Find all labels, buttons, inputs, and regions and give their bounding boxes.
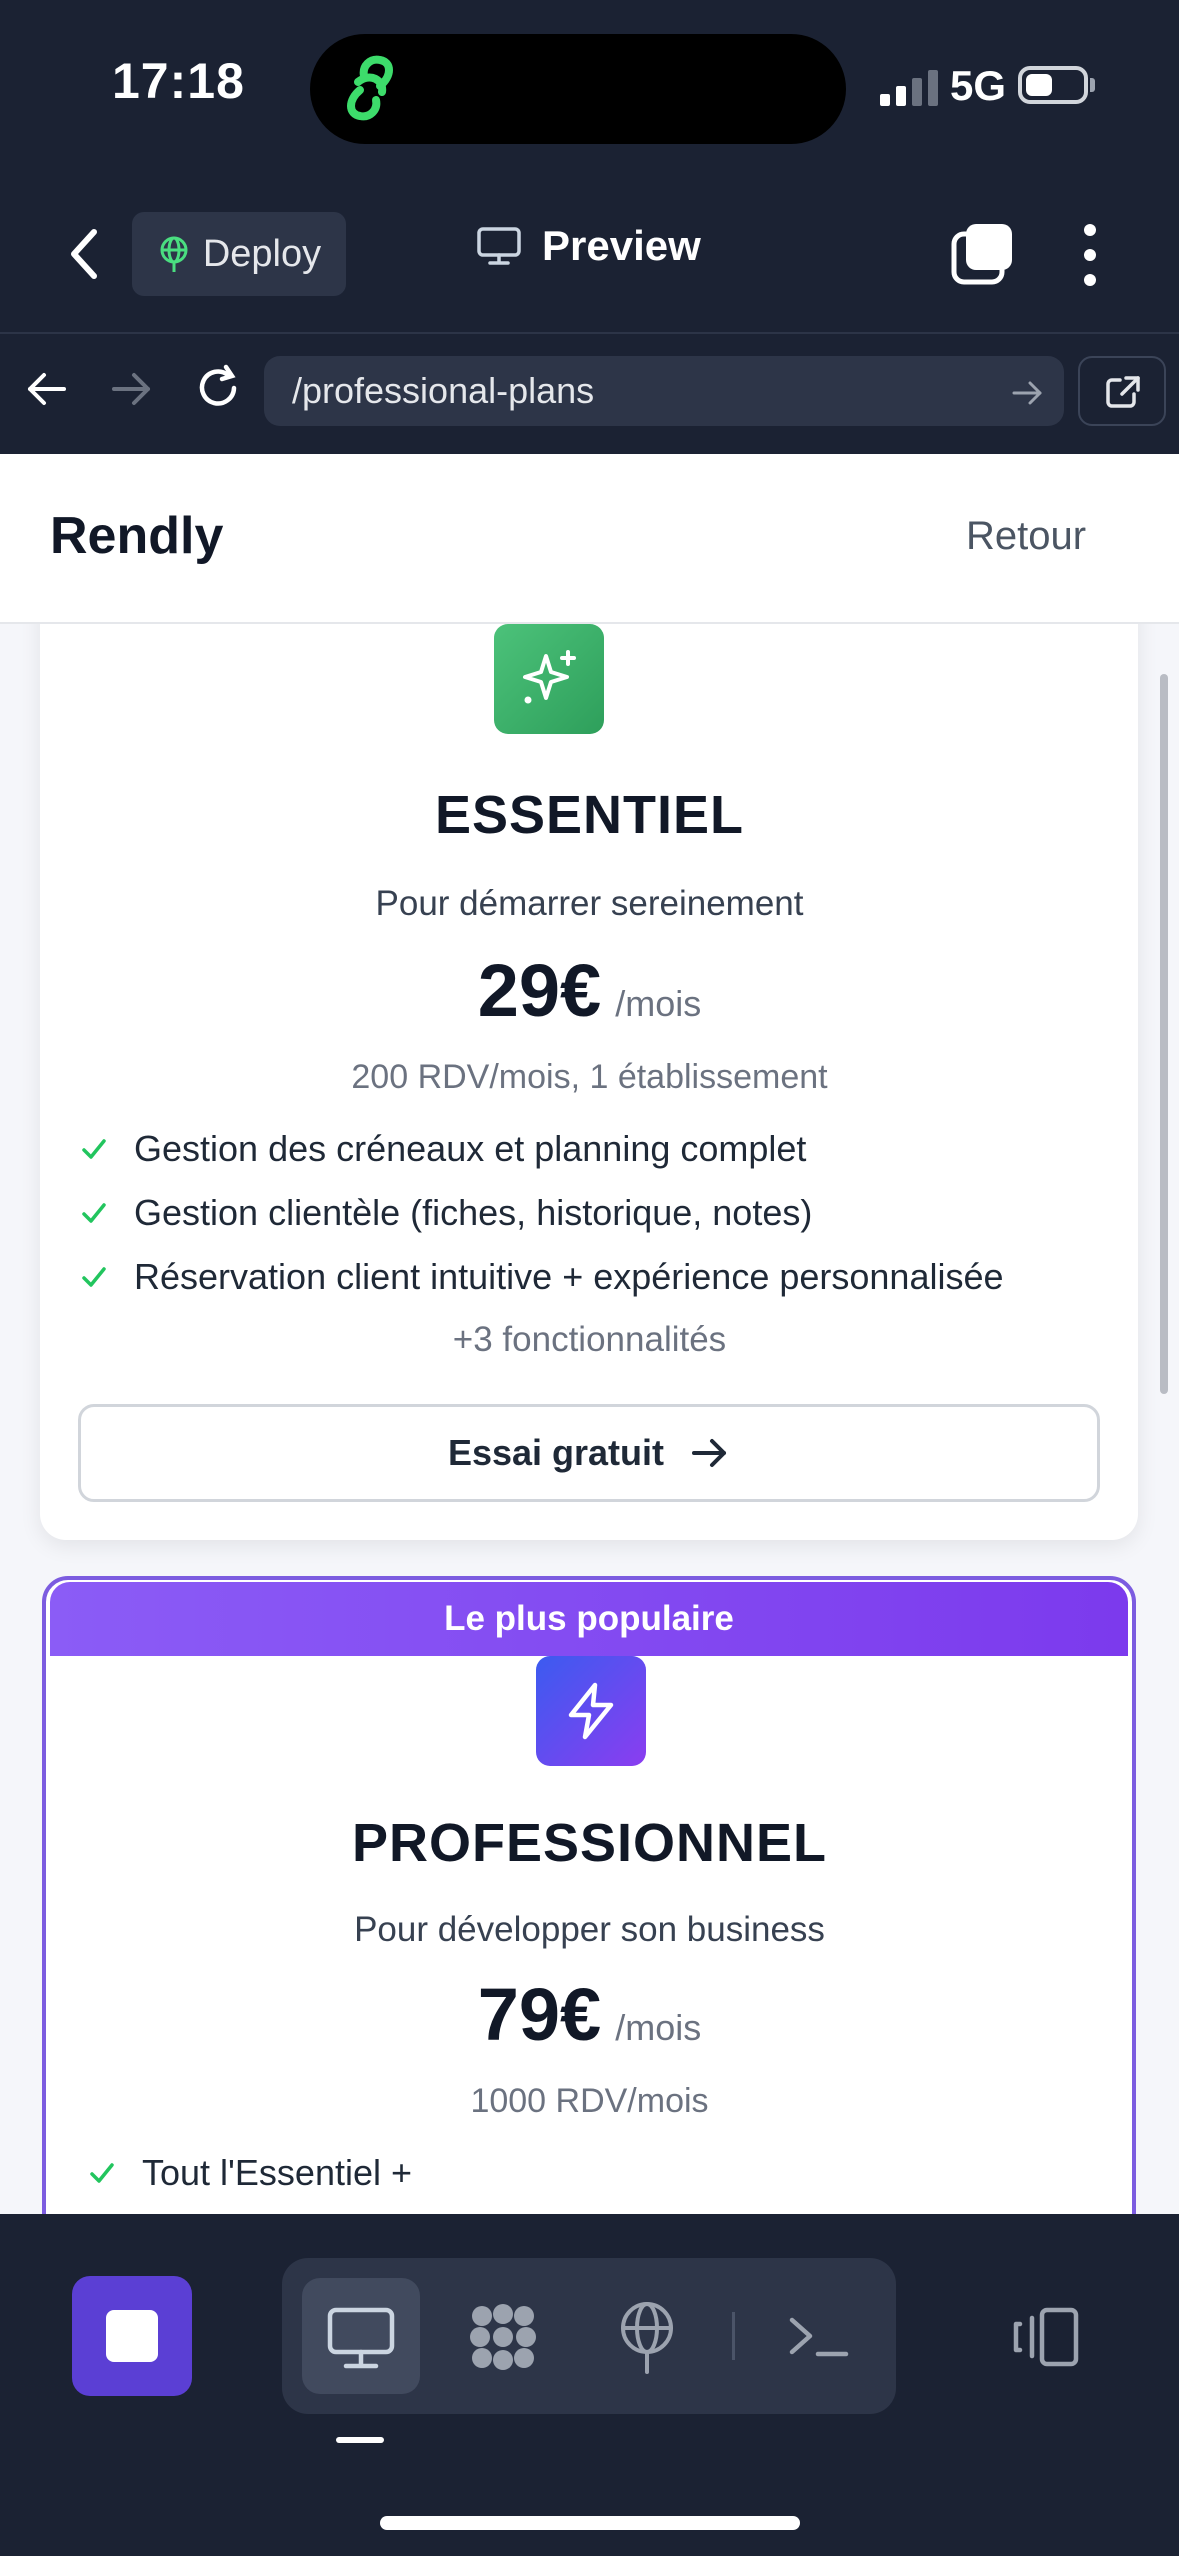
sparkles-icon xyxy=(523,650,576,704)
plan-name: ESSENTIEL xyxy=(434,785,745,845)
plan-icon-essentiel xyxy=(494,624,604,734)
monitor-icon xyxy=(477,227,521,265)
signal-icon xyxy=(880,70,938,106)
arrow-right-icon xyxy=(692,1439,727,1467)
cta-label: Essai gratuit xyxy=(447,1432,665,1473)
home-indicator[interactable] xyxy=(380,2516,800,2530)
status-time: 17:18 xyxy=(112,53,245,109)
tabs-icon[interactable] xyxy=(950,220,1016,286)
nav-forward-icon[interactable] xyxy=(108,366,154,412)
plan-price: 29€ xyxy=(477,949,602,1032)
plan-name: PROFESSIONNEL xyxy=(351,1813,828,1873)
plan-icon-professionnel xyxy=(536,1656,646,1766)
lightning-icon xyxy=(568,1682,614,1740)
stop-button[interactable] xyxy=(72,2276,192,2396)
check-icon xyxy=(82,1139,106,1159)
integrations-icon[interactable] xyxy=(464,2298,542,2376)
deploy-globe-icon xyxy=(160,236,188,272)
url-input[interactable]: /professional-plans xyxy=(264,356,1064,426)
plan-quota: 200 RDV/mois, 1 établissement xyxy=(351,1058,828,1096)
terminal-icon[interactable] xyxy=(780,2298,858,2376)
deploy-label: Deploy xyxy=(202,232,322,275)
open-external-button[interactable] xyxy=(1078,356,1166,426)
preview-monitor-icon[interactable] xyxy=(322,2298,400,2376)
webview: ESSENTIEL Pour démarrer sereinement 29€ … xyxy=(0,454,1179,2214)
url-go-icon[interactable] xyxy=(1010,376,1044,410)
tool-separator xyxy=(732,2312,735,2360)
feature-text: Gestion clientèle (fiches, historique, n… xyxy=(134,1192,813,1233)
network-label: 5G xyxy=(950,62,1007,109)
site-header: Rendly Retour xyxy=(0,454,1179,624)
feature-text: Tout l'Essentiel + xyxy=(142,2152,413,2193)
feature-item: Réservation client intuitive + expérienc… xyxy=(80,1256,1004,1298)
feature-text: Gestion des créneaux et planning complet xyxy=(134,1128,807,1169)
deploy-icon[interactable] xyxy=(608,2298,686,2376)
nav-back-icon[interactable] xyxy=(24,366,70,412)
battery-icon xyxy=(1018,66,1088,104)
feature-item: Gestion clientèle (fiches, historique, n… xyxy=(80,1192,812,1234)
scrollbar[interactable] xyxy=(1160,674,1168,1394)
more-vertical-icon[interactable] xyxy=(1080,222,1100,288)
free-trial-button[interactable]: Essai gratuit xyxy=(78,1404,1100,1502)
plan-price: 79€ xyxy=(477,1973,602,2056)
feature-text: Réservation client intuitive + expérienc… xyxy=(134,1256,1004,1297)
retour-link[interactable]: Retour xyxy=(966,514,1086,559)
url-text: /professional-plans xyxy=(292,370,595,411)
deploy-button[interactable]: Deploy xyxy=(132,212,346,296)
plan-quota: 1000 RDV/mois xyxy=(470,2082,709,2120)
reload-icon[interactable] xyxy=(192,362,244,414)
battery-tip xyxy=(1090,78,1095,92)
check-icon xyxy=(90,2163,114,2183)
link-icon xyxy=(347,55,393,121)
stop-icon xyxy=(106,2310,158,2362)
check-icon xyxy=(82,1267,106,1287)
site-brand[interactable]: Rendly xyxy=(50,506,223,566)
active-tool-indicator xyxy=(336,2437,384,2443)
popular-badge-label: Le plus populaire xyxy=(444,1599,734,1638)
plan-price-row: 29€ /mois xyxy=(0,948,1179,1033)
more-features-link[interactable]: +3 fonctionnalités xyxy=(0,1320,1179,1360)
plan-subtitle: Pour développer son business xyxy=(354,1910,825,1949)
preview-tab[interactable]: Preview xyxy=(476,222,701,270)
external-link-icon xyxy=(1106,376,1140,408)
feature-item: Gestion des créneaux et planning complet xyxy=(80,1128,806,1170)
plan-subtitle: Pour démarrer sereinement xyxy=(375,884,804,923)
preview-label: Preview xyxy=(542,222,701,269)
plan-period: /mois xyxy=(615,2007,702,2048)
device-toggle-icon[interactable] xyxy=(1006,2298,1084,2376)
back-chevron-icon[interactable] xyxy=(64,226,104,282)
feature-item: Tout l'Essentiel + xyxy=(88,2152,412,2194)
plan-period: /mois xyxy=(615,983,702,1024)
check-icon xyxy=(82,1203,106,1223)
popular-badge: Le plus populaire xyxy=(50,1582,1128,1656)
plan-price-row: 79€ /mois xyxy=(0,1972,1179,2057)
